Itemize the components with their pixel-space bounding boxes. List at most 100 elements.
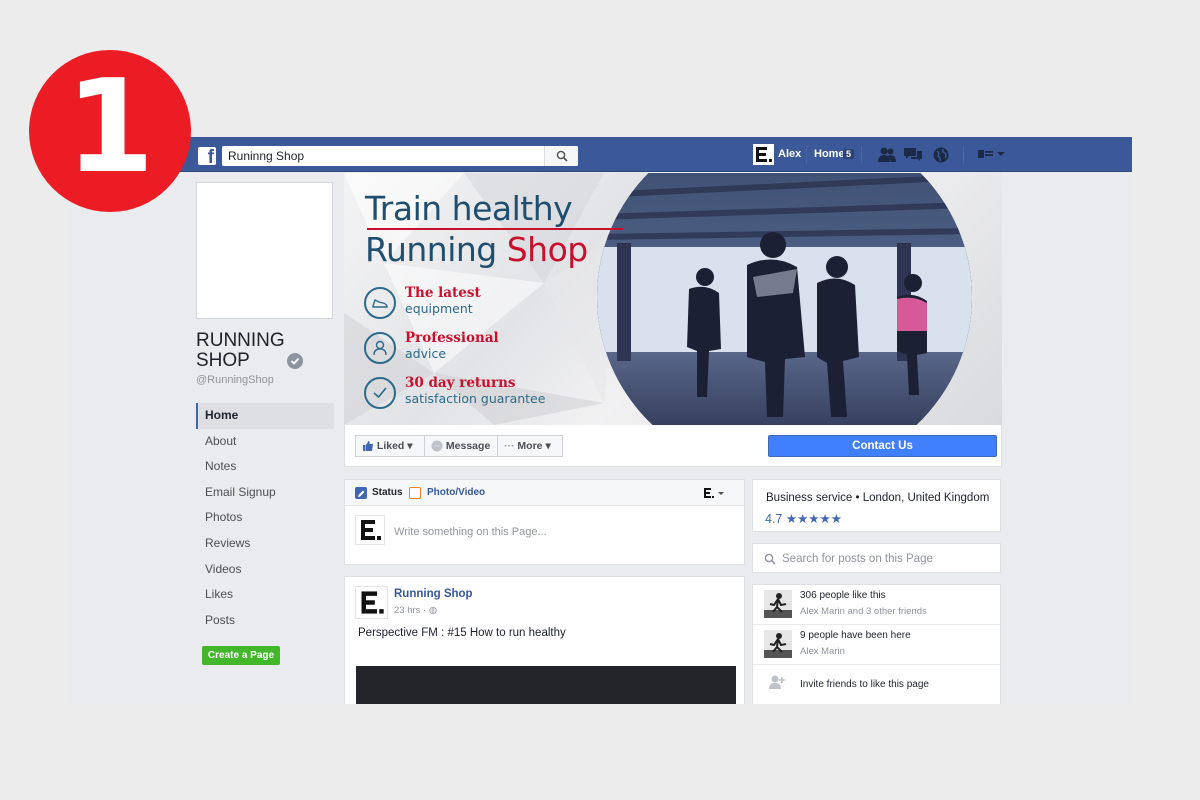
post-timestamp[interactable]: 23 hrs · ◍ bbox=[394, 605, 437, 616]
divider bbox=[963, 146, 964, 164]
check-icon bbox=[364, 377, 396, 409]
sidebar-item-notes[interactable]: Notes bbox=[196, 454, 334, 480]
notifications-globe-icon[interactable] bbox=[932, 146, 950, 164]
message-label: Message bbox=[445, 440, 491, 452]
more-dots-icon: ··· bbox=[504, 440, 515, 452]
visits-friends: Alex Marin bbox=[800, 646, 845, 657]
cover-word-running: Running bbox=[365, 230, 497, 269]
sidebar-item-posts[interactable]: Posts bbox=[196, 608, 334, 634]
runners-photo bbox=[597, 173, 972, 425]
facebook-page-screen: f Runinng Shop Alex Home 5 RUNNING SHOP … bbox=[70, 137, 1132, 704]
feature-30-day-returns: 30 day returns satisfaction guarantee bbox=[364, 375, 624, 415]
visits-count: 9 people have been here bbox=[800, 630, 911, 641]
post-author-name[interactable]: Running Shop bbox=[394, 588, 473, 600]
sidebar-item-photos[interactable]: Photos bbox=[196, 505, 334, 531]
step-number: 1 bbox=[65, 53, 155, 202]
feature-subtitle: equipment bbox=[405, 301, 473, 316]
thumbs-up-icon bbox=[363, 441, 373, 452]
search-button[interactable] bbox=[544, 146, 578, 166]
search-icon bbox=[764, 553, 776, 565]
more-label: More bbox=[517, 440, 543, 452]
tab-status[interactable]: Status bbox=[372, 487, 403, 498]
search-input-value: Runinng Shop bbox=[228, 149, 305, 163]
sidebar-item-email-signup[interactable]: Email Signup bbox=[196, 480, 334, 506]
composer-input[interactable]: Write something on this Page... bbox=[394, 526, 547, 538]
user-avatar[interactable] bbox=[753, 144, 774, 165]
post-media[interactable] bbox=[356, 666, 736, 704]
rating-stars-icon: ★★★★★ bbox=[785, 512, 842, 526]
search-input[interactable]: Runinng Shop bbox=[222, 146, 578, 166]
brand-logo-icon bbox=[756, 147, 772, 162]
brand-logo-icon bbox=[361, 520, 381, 540]
globe-icon: ◍ bbox=[428, 605, 438, 616]
cover-headline: Train healthy bbox=[365, 189, 573, 228]
add-friend-icon bbox=[769, 675, 785, 689]
verified-badge-icon bbox=[287, 353, 303, 369]
pencil-icon bbox=[355, 487, 367, 499]
facebook-logo-icon[interactable]: f bbox=[198, 147, 216, 165]
sidebar-item-about[interactable]: About bbox=[196, 429, 334, 455]
runner-thumbnail bbox=[764, 590, 792, 618]
feature-title: Professional bbox=[405, 330, 499, 346]
account-menu-icon[interactable] bbox=[977, 146, 1007, 162]
cover-word-shop: Shop bbox=[506, 230, 589, 269]
step-number-badge: 1 bbox=[29, 50, 191, 212]
post-author-avatar[interactable] bbox=[355, 586, 388, 619]
create-page-button[interactable]: Create a Page bbox=[202, 646, 280, 665]
cover-photo[interactable]: Train healthy Running Shop The latest eq… bbox=[344, 173, 1002, 425]
message-button[interactable]: Message bbox=[424, 435, 498, 457]
chevron-down-icon: ▾ bbox=[545, 440, 551, 452]
feature-latest-equipment: The latest equipment bbox=[364, 285, 624, 325]
feature-subtitle: advice bbox=[405, 346, 447, 361]
chevron-down-icon: ▾ bbox=[407, 440, 413, 452]
rating[interactable]: 4.7 ★★★★★ bbox=[765, 511, 842, 526]
likes-row[interactable]: 306 people like this Alex Marin and 3 ot… bbox=[753, 585, 1000, 625]
visits-row[interactable]: 9 people have been here Alex Marin bbox=[753, 625, 1000, 665]
home-count-badge: 5 bbox=[843, 149, 855, 159]
feature-title: 30 day returns bbox=[405, 375, 516, 391]
messenger-icon bbox=[431, 440, 443, 452]
sidebar-item-videos[interactable]: Videos bbox=[196, 557, 334, 583]
messages-icon[interactable] bbox=[903, 146, 923, 163]
liked-label: Liked bbox=[376, 440, 405, 452]
sidebar-item-likes[interactable]: Likes bbox=[196, 582, 334, 608]
page-search-box[interactable]: Search for posts on this Page bbox=[752, 543, 1001, 573]
invite-friends-link[interactable]: Invite friends to like this page bbox=[800, 679, 929, 690]
likes-friends: Alex Marin and 3 other friends bbox=[800, 606, 927, 617]
composer-tabs: Status Photo/Video bbox=[345, 480, 744, 506]
page-profile-picture[interactable] bbox=[196, 182, 333, 319]
business-category: Business service • London, United Kingdo… bbox=[766, 492, 990, 504]
feed-post: Running Shop 23 hrs · ◍ Perspective FM :… bbox=[344, 576, 745, 704]
post-as-selector-icon[interactable] bbox=[703, 487, 727, 499]
shoe-icon bbox=[364, 287, 396, 319]
liked-button[interactable]: Liked ▾ bbox=[355, 435, 425, 457]
feature-subtitle: satisfaction guarantee bbox=[405, 391, 546, 406]
contact-us-button[interactable]: Contact Us bbox=[768, 435, 997, 457]
home-link[interactable]: Home bbox=[814, 148, 845, 160]
person-icon bbox=[364, 332, 396, 364]
runner-thumbnail bbox=[764, 630, 792, 658]
sidebar-item-home[interactable]: Home bbox=[196, 403, 334, 429]
feature-professional-advice: Professional advice bbox=[364, 330, 624, 370]
divider bbox=[806, 146, 807, 164]
more-button[interactable]: ··· More ▾ bbox=[497, 435, 563, 457]
photo-icon bbox=[409, 487, 421, 499]
page-handle[interactable]: @RunningShop bbox=[196, 374, 274, 386]
top-navigation-bar: f Runinng Shop Alex Home 5 bbox=[70, 137, 1132, 172]
page-search-input[interactable]: Search for posts on this Page bbox=[782, 553, 933, 565]
user-name-link[interactable]: Alex bbox=[778, 148, 801, 160]
likes-count: 306 people like this bbox=[800, 590, 886, 601]
page-title[interactable]: RUNNING SHOP bbox=[196, 331, 296, 371]
invite-friends-row[interactable]: Invite friends to like this page bbox=[753, 665, 1000, 704]
post-composer: Status Photo/Video Write something on th… bbox=[344, 479, 745, 565]
post-body-text: Perspective FM : #15 How to run healthy bbox=[358, 627, 566, 639]
about-card: Business service • London, United Kingdo… bbox=[752, 479, 1001, 532]
feature-title: The latest bbox=[405, 285, 481, 301]
post-time-text: 23 hrs · bbox=[394, 605, 427, 616]
divider bbox=[861, 146, 862, 164]
rating-value: 4.7 bbox=[765, 512, 783, 526]
sidebar-item-reviews[interactable]: Reviews bbox=[196, 531, 334, 557]
tab-photo-video[interactable]: Photo/Video bbox=[427, 487, 485, 498]
friend-requests-icon[interactable] bbox=[877, 146, 897, 163]
page-sidebar-nav: Home About Notes Email Signup Photos Rev… bbox=[196, 403, 334, 633]
